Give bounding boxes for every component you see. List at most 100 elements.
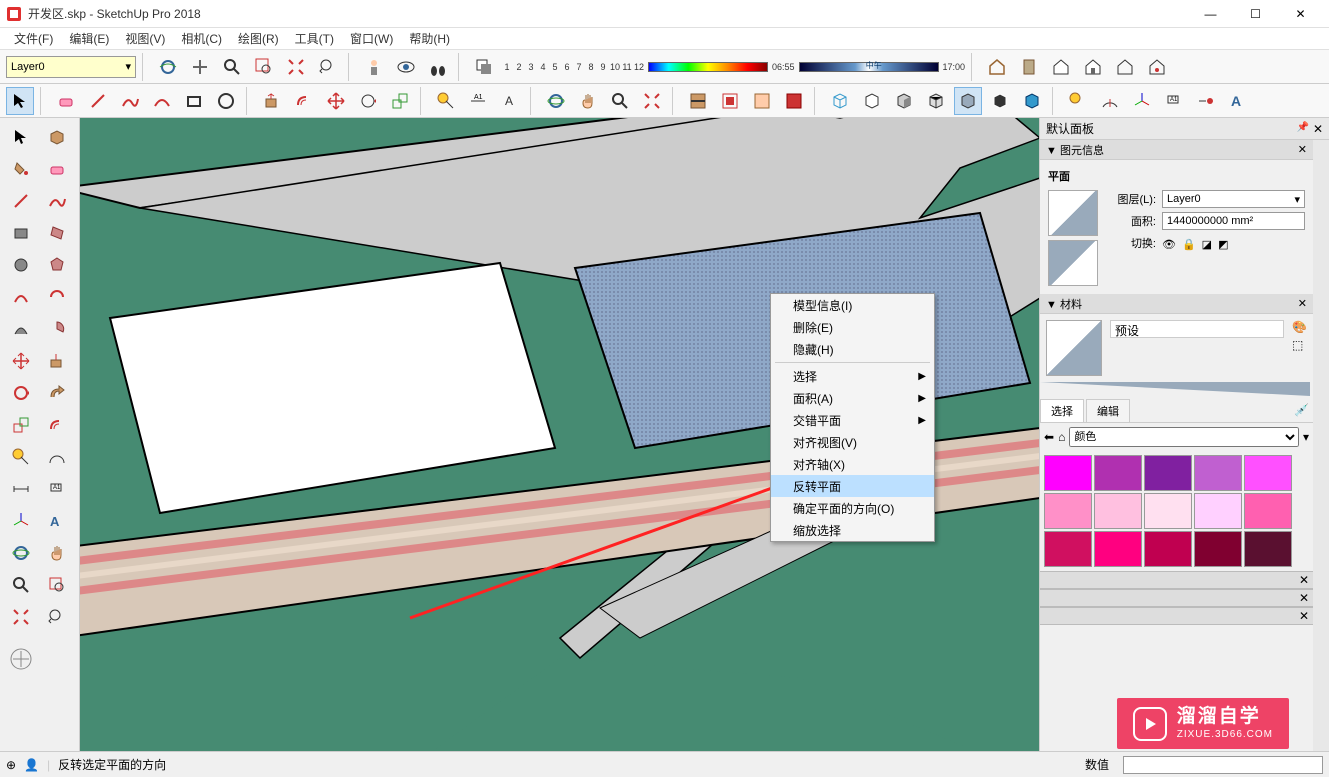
- component-icon[interactable]: [40, 122, 74, 152]
- pin-icon[interactable]: 📌: [1296, 122, 1308, 136]
- visible-toggle-icon[interactable]: 👁: [1162, 238, 1176, 251]
- shadow-receive-icon[interactable]: ◩: [1218, 238, 1228, 251]
- tape2-icon[interactable]: [1064, 87, 1092, 115]
- style-shaded-tex-icon[interactable]: [922, 87, 950, 115]
- ctx-hide[interactable]: 隐藏(H): [771, 338, 934, 360]
- back-face-swatch[interactable]: [1048, 240, 1098, 286]
- protractor-icon[interactable]: [1096, 87, 1124, 115]
- shadow-date-slider[interactable]: 123456789101112: [502, 57, 644, 77]
- shadow-time-slider[interactable]: 中午: [799, 62, 939, 72]
- house3-icon[interactable]: [1111, 53, 1139, 81]
- tab-edit[interactable]: 编辑: [1086, 399, 1130, 422]
- menu-edit[interactable]: 编辑(E): [61, 28, 117, 49]
- prev-view2-icon[interactable]: [40, 602, 74, 632]
- credits-icon[interactable]: 👤: [24, 758, 39, 772]
- tape-measure-icon[interactable]: [432, 87, 460, 115]
- rotate2-icon[interactable]: [4, 378, 38, 408]
- house4-icon[interactable]: [1143, 53, 1171, 81]
- style-shaded-icon[interactable]: [890, 87, 918, 115]
- color-swatch[interactable]: [1094, 455, 1142, 491]
- shadow-toggle-icon[interactable]: [470, 53, 498, 81]
- polygon-icon[interactable]: [40, 250, 74, 280]
- 3dtext-icon[interactable]: A: [1224, 87, 1252, 115]
- position-camera-icon[interactable]: [360, 53, 388, 81]
- tab-select[interactable]: 选择: [1040, 399, 1084, 422]
- ctx-intersect[interactable]: 交错平面▶: [771, 409, 934, 431]
- shadow-cast-icon[interactable]: ◪: [1202, 238, 1212, 251]
- ctx-align-axes[interactable]: 对齐轴(X): [771, 453, 934, 475]
- geo-icon[interactable]: ⊕: [6, 758, 16, 772]
- arc-tool-icon[interactable]: [148, 87, 176, 115]
- panel-scrollbar[interactable]: [1313, 140, 1329, 751]
- zoom3-icon[interactable]: [4, 570, 38, 600]
- ctx-area[interactable]: 面积(A)▶: [771, 387, 934, 409]
- file-cabinet-icon[interactable]: [1015, 53, 1043, 81]
- style-hidden-icon[interactable]: [858, 87, 886, 115]
- lock-toggle-icon[interactable]: 🔒: [1182, 238, 1196, 251]
- zoom-extents3-icon[interactable]: [4, 602, 38, 632]
- zoom-window2-icon[interactable]: [40, 570, 74, 600]
- material-name-field[interactable]: 预设: [1110, 320, 1284, 338]
- paint-bucket-icon[interactable]: [4, 154, 38, 184]
- circle-tool-icon[interactable]: [212, 87, 240, 115]
- viewport-3d[interactable]: 模型信息(I) 删除(E) 隐藏(H) 选择▶ 面积(A)▶ 交错平面▶ 对齐视…: [80, 118, 1039, 751]
- move2-icon[interactable]: [4, 346, 38, 376]
- rectangle-tool-icon[interactable]: [180, 87, 208, 115]
- offset-tool-icon[interactable]: [290, 87, 318, 115]
- close-button[interactable]: ✕: [1278, 0, 1323, 28]
- pushpull2-icon[interactable]: [40, 346, 74, 376]
- home-icon[interactable]: ⌂: [1058, 430, 1065, 444]
- tape3-icon[interactable]: [4, 442, 38, 472]
- zoom-extents2-icon[interactable]: [638, 87, 666, 115]
- rectangle2-icon[interactable]: [4, 218, 38, 248]
- ctx-model-info[interactable]: 模型信息(I): [771, 294, 934, 316]
- section-display-icon[interactable]: [716, 87, 744, 115]
- style-xray-icon[interactable]: [986, 87, 1014, 115]
- front-face-swatch[interactable]: [1048, 190, 1098, 236]
- menu-help[interactable]: 帮助(H): [401, 28, 458, 49]
- menu-file[interactable]: 文件(F): [6, 28, 61, 49]
- orbit3-icon[interactable]: [4, 538, 38, 568]
- orbit-icon[interactable]: [154, 53, 182, 81]
- pan-icon[interactable]: [186, 53, 214, 81]
- section-cut-icon[interactable]: [748, 87, 776, 115]
- arc2-icon[interactable]: [4, 282, 38, 312]
- color-swatch[interactable]: [1194, 455, 1242, 491]
- zoom-icon[interactable]: [218, 53, 246, 81]
- back-icon[interactable]: ⬅: [1044, 430, 1054, 444]
- pan3-icon[interactable]: [40, 538, 74, 568]
- collapsed-section-1[interactable]: ✕: [1040, 571, 1313, 589]
- ctx-zoom-selection[interactable]: 缩放选择: [771, 519, 934, 541]
- rotate-tool-icon[interactable]: [354, 87, 382, 115]
- freehand2-icon[interactable]: [40, 186, 74, 216]
- menu-draw[interactable]: 绘图(R): [230, 28, 287, 49]
- color-swatch[interactable]: [1244, 493, 1292, 529]
- menu-view[interactable]: 视图(V): [117, 28, 173, 49]
- axes-icon[interactable]: [1128, 87, 1156, 115]
- freehand-tool-icon[interactable]: [116, 87, 144, 115]
- color-swatch[interactable]: [1144, 493, 1192, 529]
- color-swatch[interactable]: [1194, 493, 1242, 529]
- look-around-icon[interactable]: [392, 53, 420, 81]
- text2-icon[interactable]: [1192, 87, 1220, 115]
- pie-icon[interactable]: [40, 314, 74, 344]
- create-material-icon[interactable]: 🎨: [1292, 320, 1307, 334]
- ctx-select[interactable]: 选择▶: [771, 365, 934, 387]
- text3-icon[interactable]: A1: [40, 474, 74, 504]
- material-preview-swatch[interactable]: [1046, 320, 1102, 376]
- layer-dropdown[interactable]: Layer0 ▾: [6, 56, 136, 78]
- 3point-arc-icon[interactable]: [4, 314, 38, 344]
- color-swatch[interactable]: [1144, 455, 1192, 491]
- select-tool-icon[interactable]: [6, 87, 34, 115]
- axes2-icon[interactable]: [4, 506, 38, 536]
- default-tray-header[interactable]: 默认面板 📌 ✕: [1040, 118, 1329, 140]
- text-tool-icon[interactable]: A: [496, 87, 524, 115]
- materials-header[interactable]: ▼ 材料 ✕: [1040, 294, 1313, 314]
- dimension-tool-icon[interactable]: A1: [464, 87, 492, 115]
- 2point-arc-icon[interactable]: [40, 282, 74, 312]
- dimension3-icon[interactable]: [4, 474, 38, 504]
- 3dtext2-icon[interactable]: A: [40, 506, 74, 536]
- circle2-icon[interactable]: [4, 250, 38, 280]
- house2-icon[interactable]: [1079, 53, 1107, 81]
- color-swatch[interactable]: [1044, 493, 1092, 529]
